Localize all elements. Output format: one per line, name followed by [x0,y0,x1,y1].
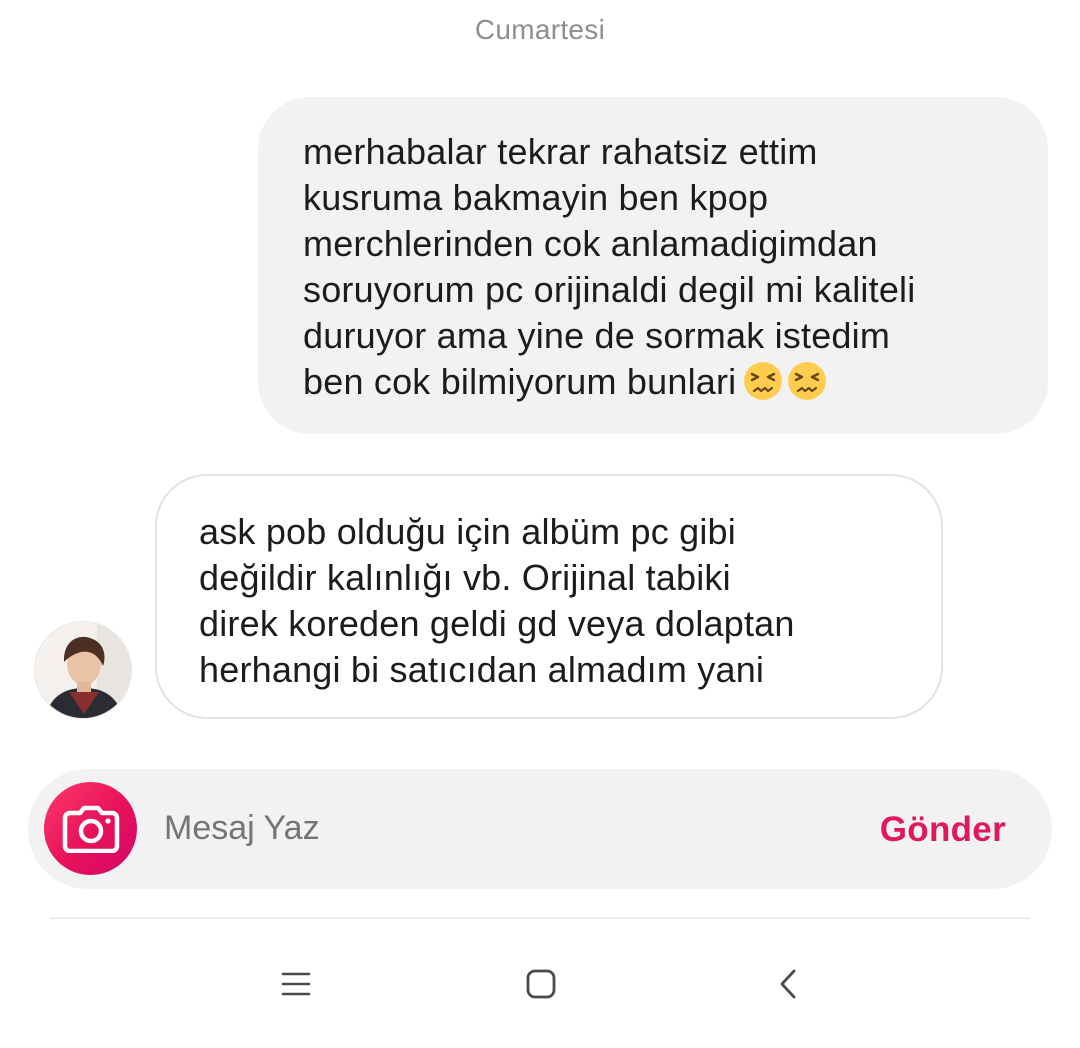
avatar-photo [35,622,131,718]
persevering-face-emoji [744,362,783,400]
nav-home-button[interactable] [519,962,563,1006]
incoming-message-bubble[interactable]: ask pob olduğu için albüm pc gibi değild… [155,474,943,719]
menu-icon [281,972,311,996]
divider [50,917,1030,919]
emoji-group [742,360,830,413]
back-icon [780,969,796,999]
message-input[interactable] [164,809,764,848]
outgoing-message-bubble[interactable]: merhabalar tekrar rahatsiz ettim kusruma… [258,97,1048,434]
message-text: ask pob olduğu için albüm pc gibi değild… [199,511,795,690]
camera-button[interactable] [44,782,137,875]
message-text: merhabalar tekrar rahatsiz ettim kusruma… [303,129,1008,413]
user-avatar[interactable] [34,621,132,719]
chat-screen: Cumartesi merhabalar tekrar rahatsiz ett… [0,0,1080,1048]
date-separator: Cumartesi [474,14,606,45]
nav-menu-button[interactable] [274,962,318,1006]
message-composer: Gönder [28,769,1052,889]
nav-back-button[interactable] [766,962,810,1006]
persevering-face-emoji [788,362,827,400]
home-icon [526,969,556,999]
send-button[interactable]: Gönder [880,810,1006,850]
camera-icon [62,805,119,853]
